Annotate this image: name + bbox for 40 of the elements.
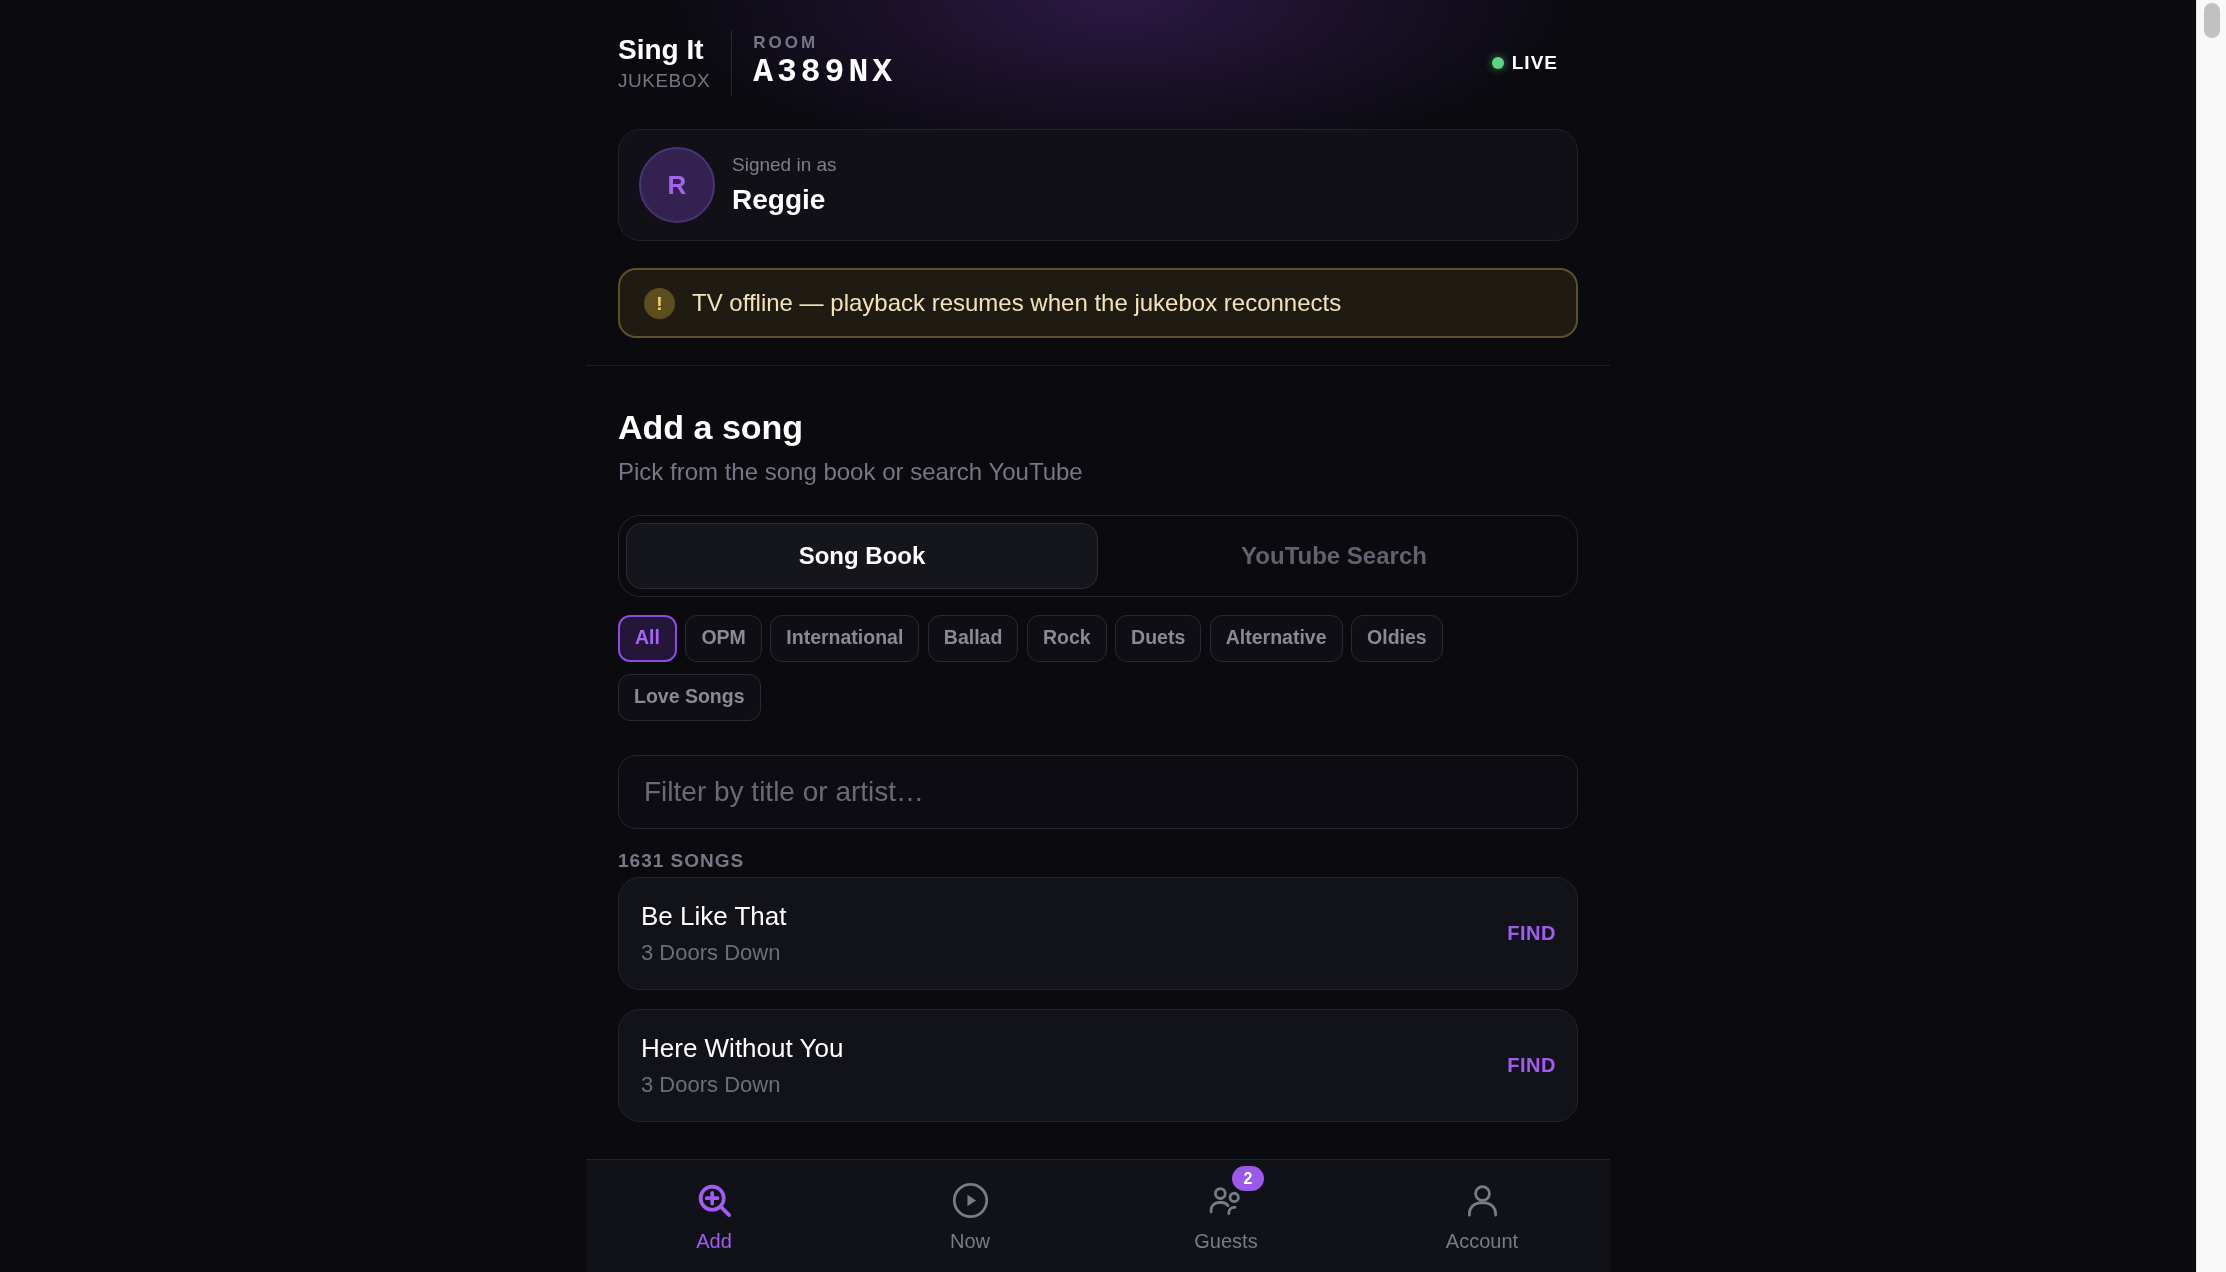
find-button[interactable]: FIND bbox=[1507, 918, 1556, 949]
app-subtitle: JUKEBOX bbox=[618, 70, 711, 92]
category-chip[interactable]: Love Songs bbox=[618, 673, 761, 721]
nav-tab[interactable]: Account bbox=[1354, 1160, 1610, 1272]
find-button[interactable]: FIND bbox=[1507, 1050, 1556, 1081]
alert-message: TV offline — playback resumes when the jukebox reconnects bbox=[692, 288, 1342, 318]
song-count: 1631 SONGS bbox=[618, 848, 746, 872]
category-chip[interactable]: International bbox=[770, 614, 920, 662]
category-chip[interactable]: OPM bbox=[685, 614, 762, 662]
song-title: Be Like That bbox=[641, 900, 788, 932]
nav-tab[interactable]: Add bbox=[586, 1160, 842, 1272]
category-chip[interactable]: Alternative bbox=[1209, 614, 1343, 662]
status-label: LIVE bbox=[1511, 50, 1558, 75]
tab[interactable]: Song Book bbox=[626, 522, 1098, 589]
signed-in-caption: Signed in as bbox=[732, 153, 837, 177]
category-chip[interactable]: Oldies bbox=[1351, 614, 1443, 662]
tab[interactable]: YouTube Search bbox=[1098, 522, 1570, 589]
section-subtitle: Pick from the song book or search YouTube bbox=[618, 457, 1084, 487]
filter-field[interactable]: Filter by title or artist… bbox=[618, 754, 1578, 829]
app-name: Sing It bbox=[618, 34, 705, 67]
user-avatar: R bbox=[639, 147, 715, 223]
nav-tab[interactable]: Now bbox=[842, 1160, 1098, 1272]
section-title: Add a song bbox=[618, 407, 805, 448]
user-name: Reggie bbox=[732, 182, 827, 217]
nav-tab[interactable]: Guests 2 bbox=[1098, 1160, 1354, 1272]
play-icon bbox=[951, 1182, 989, 1219]
song-title: Here Without You bbox=[641, 1032, 845, 1064]
category-chip[interactable]: Ballad bbox=[927, 614, 1019, 662]
song-artist: 3 Doors Down bbox=[641, 1071, 782, 1098]
count-badge: 2 bbox=[1232, 1166, 1264, 1191]
category-chip[interactable]: Duets bbox=[1115, 614, 1202, 662]
scrollbar-thumb[interactable] bbox=[2204, 3, 2220, 38]
category-chip[interactable]: Rock bbox=[1026, 614, 1107, 662]
song-card[interactable]: Be Like That 3 Doors Down FIND bbox=[618, 876, 1578, 990]
warning-icon: ! bbox=[644, 287, 675, 319]
room-label: ROOM bbox=[753, 33, 820, 54]
category-chip[interactable]: All bbox=[618, 614, 677, 662]
song-artist: 3 Doors Down bbox=[641, 939, 782, 966]
song-card[interactable]: Here Without You 3 Doors Down FIND bbox=[618, 1008, 1578, 1122]
room-code: A389NX bbox=[753, 53, 897, 93]
